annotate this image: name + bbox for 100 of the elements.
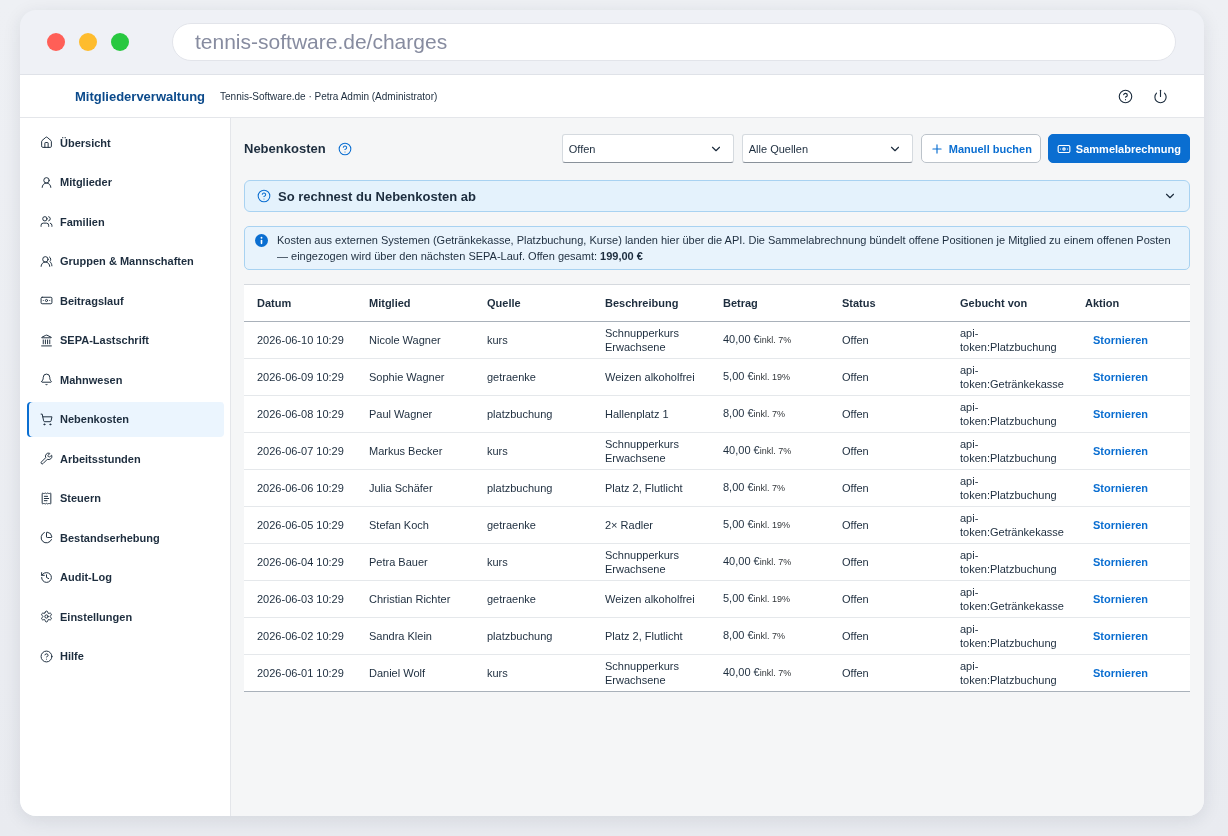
table-cell: platzbuchung — [474, 395, 592, 432]
group-icon — [40, 254, 53, 268]
table-cell: 2026-06-08 10:29 — [244, 395, 356, 432]
table-cell: Platz 2, Flutlicht — [592, 617, 710, 654]
column-header: Gebucht von — [947, 285, 1072, 321]
table-cell: 2026-06-05 10:29 — [244, 506, 356, 543]
sidebar-item[interactable]: SEPA-Lastschrift — [27, 322, 224, 358]
sidebar-item[interactable]: Bestandserhebung — [27, 520, 224, 555]
table-cell: Offen — [829, 469, 947, 506]
sidebar-item[interactable]: Mahnwesen — [27, 362, 224, 397]
column-header: Status — [829, 285, 947, 321]
table-cell: 2026-06-04 10:29 — [244, 543, 356, 580]
window-close-icon[interactable] — [47, 33, 65, 51]
user-context-text: Tennis-Software.de · Petra Admin (Administrator) — [220, 90, 438, 102]
amount-text: 40,00 € — [723, 444, 760, 456]
cancel-link[interactable]: Stornieren — [1085, 555, 1148, 568]
cancel-link[interactable]: Stornieren — [1085, 518, 1148, 531]
table-cell: Offen — [829, 506, 947, 543]
table-cell: platzbuchung — [474, 617, 592, 654]
filter-select[interactable]: Offen — [561, 134, 734, 163]
table-cell: 2× Radler — [592, 506, 710, 543]
sidebar-item[interactable]: Mitglieder — [27, 164, 224, 200]
table-cell: Offen — [829, 654, 947, 691]
manual-booking-button[interactable]: Manuell buchen — [920, 134, 1041, 163]
table-cell: api-token:Platzbuchung — [947, 321, 1072, 358]
cancel-link[interactable]: Stornieren — [1085, 444, 1148, 457]
table-cell: Markus Becker — [356, 432, 474, 469]
table-cell: Offen — [829, 395, 947, 432]
page-title: Nebenkosten — [244, 141, 326, 156]
table-cell: Schnupperkurs Erwachsene — [592, 432, 710, 469]
bulk-billing-button[interactable]: Sammelabrechnung — [1047, 134, 1190, 163]
table-cell: Sandra Klein — [356, 617, 474, 654]
table-cell: Hallenplatz 1 — [592, 395, 710, 432]
bell-icon — [40, 373, 53, 386]
table-cell: api-token:Getränkekasse — [947, 506, 1072, 543]
table-cell: 2026-06-10 10:29 — [244, 321, 356, 358]
cancel-link[interactable]: Stornieren — [1085, 481, 1148, 494]
cancel-link[interactable]: Stornieren — [1085, 407, 1148, 420]
table-cell: Offen — [829, 617, 947, 654]
guide-accordion[interactable]: So rechnest du Nebenkosten ab — [244, 180, 1190, 212]
column-header: Beschreibung — [592, 285, 710, 321]
table-cell: 2026-06-03 10:29 — [244, 580, 356, 617]
sidebar-item[interactable]: Übersicht — [27, 125, 224, 160]
filter-select[interactable]: Alle Quellen — [741, 134, 913, 163]
user-icon — [40, 175, 53, 189]
help-icon — [257, 189, 271, 203]
sidebar-item[interactable]: Nebenkosten — [27, 401, 224, 437]
sidebar-item[interactable]: Einstellungen — [27, 599, 224, 634]
amount-text: 40,00 € — [723, 666, 760, 679]
sidebar-item[interactable]: Arbeitsstunden — [27, 441, 224, 476]
power-button[interactable] — [1153, 88, 1168, 104]
banknote-icon — [40, 294, 53, 307]
sidebar-item[interactable]: Hilfe — [27, 638, 224, 674]
table-cell: 2026-06-02 10:29 — [244, 617, 356, 654]
cancel-link[interactable]: Stornieren — [1085, 370, 1148, 383]
settings-icon — [40, 610, 53, 623]
table-cell: Schnupperkurs Erwachsene — [592, 321, 710, 358]
table-cell: Nicole Wagner — [356, 321, 474, 358]
table-cell: kurs — [474, 321, 592, 358]
cancel-link[interactable]: Stornieren — [1085, 592, 1148, 605]
table-cell: Weizen alkoholfrei — [592, 358, 710, 395]
table-cell: getraenke — [474, 506, 592, 543]
vat-note: inkl. 19% — [753, 372, 791, 382]
amount-text: 8,00 € — [723, 629, 754, 641]
table-cell: 2026-06-09 10:29 — [244, 358, 356, 395]
column-header: Mitglied — [356, 285, 474, 321]
help-icon — [40, 649, 53, 663]
table-cell: Schnupperkurs Erwachsene — [592, 543, 710, 580]
sidebar-item[interactable]: Audit-Log — [27, 559, 224, 595]
amount-text: 40,00 € — [723, 555, 760, 567]
sidebar-item[interactable]: Familien — [27, 204, 224, 239]
pie-chart-icon — [40, 531, 53, 544]
table-cell: Julia Schäfer — [356, 469, 474, 506]
help-icon[interactable] — [337, 141, 352, 156]
cancel-link[interactable]: Stornieren — [1085, 333, 1148, 346]
vat-note: inkl. 19% — [753, 520, 791, 530]
table-cell: api-token:Platzbuchung — [947, 654, 1072, 691]
column-header: Aktion — [1072, 285, 1190, 321]
vat-note: inkl. 7% — [753, 483, 786, 493]
table-cell: kurs — [474, 543, 592, 580]
sidebar-item[interactable]: Beitragslauf — [27, 283, 224, 318]
table-cell: Offen — [829, 432, 947, 469]
sidebar-item[interactable]: Steuern — [27, 480, 224, 516]
table-cell: api-token:Platzbuchung — [947, 469, 1072, 506]
table-cell: kurs — [474, 654, 592, 691]
help-button[interactable] — [1118, 88, 1133, 104]
table-cell: api-token:Getränkekasse — [947, 358, 1072, 395]
cancel-link[interactable]: Stornieren — [1085, 666, 1148, 679]
table-cell: Daniel Wolf — [356, 654, 474, 691]
table-cell: getraenke — [474, 580, 592, 617]
vat-note: inkl. 7% — [753, 409, 786, 419]
wrench-icon — [40, 452, 53, 465]
cancel-link[interactable]: Stornieren — [1085, 629, 1148, 642]
table-cell: Offen — [829, 358, 947, 395]
amount-text: 5,00 € — [723, 518, 754, 530]
table-cell: kurs — [474, 432, 592, 469]
amount-text: 8,00 € — [723, 481, 754, 493]
bank-icon — [40, 333, 53, 347]
amount-text: 8,00 € — [723, 407, 754, 419]
sidebar-item[interactable]: Gruppen & Mannschaften — [27, 243, 224, 279]
